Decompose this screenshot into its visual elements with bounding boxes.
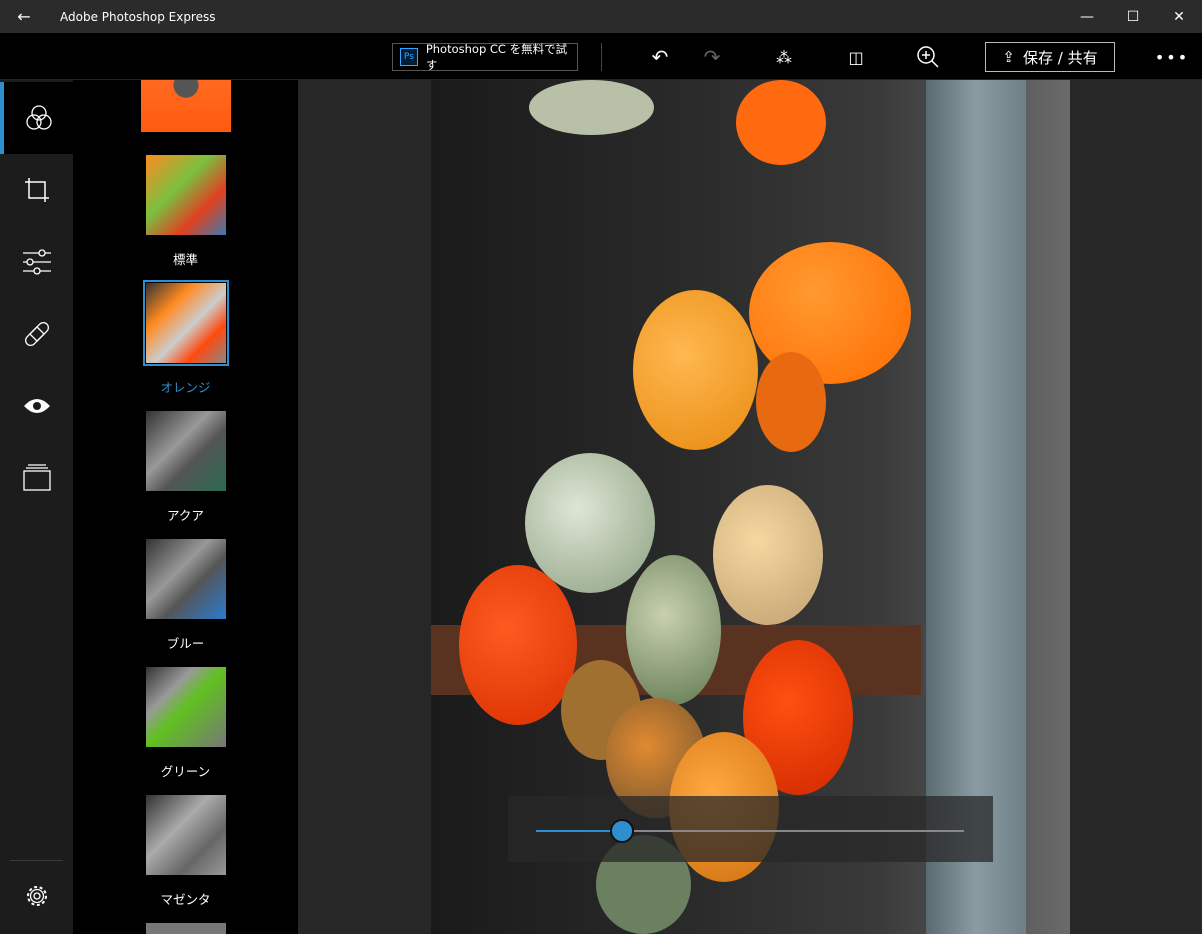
filter-item[interactable]: 標準: [73, 155, 298, 268]
minimize-button[interactable]: —: [1064, 0, 1110, 33]
filter-item[interactable]: オレンジ: [73, 280, 298, 396]
filter-item-partial[interactable]: [73, 923, 298, 934]
filter-label: 標準: [172, 252, 198, 267]
borders-icon: [22, 464, 51, 491]
toolbar: Ps Photoshop CC を無料で試す ↶ ↷ ⁂ ◫ ⇪ 保存 / 共有…: [0, 33, 1202, 80]
app-title: Adobe Photoshop Express: [60, 9, 216, 24]
compare-icon[interactable]: ◫: [840, 41, 872, 73]
maximize-button[interactable]: ☐: [1110, 0, 1156, 33]
borders-tool[interactable]: [0, 442, 73, 514]
undo-icon[interactable]: ↶: [644, 41, 676, 73]
filter-label: オレンジ: [160, 380, 211, 395]
filter-label: アクア: [167, 508, 204, 523]
close-button[interactable]: ✕: [1156, 0, 1202, 33]
filter-thumbnail: [145, 923, 226, 934]
back-button[interactable]: ←: [0, 0, 48, 33]
slider-fill: [536, 830, 622, 832]
red-eye-tool[interactable]: [0, 370, 73, 442]
gear-icon: [26, 886, 47, 906]
title-bar: ← Adobe Photoshop Express — ☐ ✕: [0, 0, 1202, 33]
filter-thumbnail: [140, 80, 231, 132]
filter-item[interactable]: グリーン: [73, 667, 298, 780]
photoshop-icon: Ps: [400, 48, 418, 66]
slider-thumb[interactable]: [609, 819, 634, 843]
filter-label: マゼンタ: [160, 892, 211, 907]
filter-thumbnail: [145, 155, 226, 235]
filter-thumbnail: [145, 667, 226, 747]
photoshop-cc-trial-label: Photoshop CC を無料で試す: [425, 42, 568, 72]
zoom-in-icon[interactable]: [912, 41, 944, 73]
looks-panel: 標準オレンジアクアブルーグリーンマゼンタ: [73, 80, 298, 934]
settings-button[interactable]: [0, 860, 73, 932]
filter-label: グリーン: [160, 764, 211, 779]
filter-thumbnail: [145, 795, 226, 875]
healing-tool[interactable]: [0, 298, 73, 370]
save-share-button[interactable]: ⇪ 保存 / 共有: [985, 42, 1115, 72]
filter-label: ブルー: [166, 636, 205, 651]
crop-icon: [24, 178, 49, 202]
auto-fix-wand-icon[interactable]: ⁂: [768, 41, 800, 73]
crop-tool[interactable]: [0, 154, 73, 226]
looks-tool[interactable]: [0, 82, 73, 154]
intensity-slider-panel: [508, 796, 993, 862]
sliders-icon: [22, 249, 51, 275]
filter-thumbnail: [145, 411, 226, 491]
intensity-slider[interactable]: [536, 819, 964, 843]
share-icon: ⇪: [1002, 48, 1015, 66]
divider: [601, 43, 602, 71]
looks-icon: [25, 105, 52, 130]
filter-thumbnail: [145, 539, 226, 619]
eye-icon: [23, 399, 50, 413]
filter-thumbnail: [142, 280, 229, 366]
filter-item[interactable]: ブルー: [73, 539, 298, 652]
filter-item-partial[interactable]: [73, 80, 298, 132]
more-options-icon[interactable]: •••: [1155, 41, 1188, 73]
adjustments-tool[interactable]: [0, 226, 73, 298]
redo-icon[interactable]: ↷: [696, 41, 728, 73]
tool-rail: [0, 80, 73, 934]
filter-item[interactable]: アクア: [73, 411, 298, 524]
canvas-area: [298, 80, 1202, 934]
filter-item[interactable]: マゼンタ: [73, 795, 298, 908]
bandage-icon: [24, 321, 49, 347]
save-share-label: 保存 / 共有: [1022, 48, 1098, 67]
photoshop-cc-trial-button[interactable]: Ps Photoshop CC を無料で試す: [392, 42, 578, 72]
